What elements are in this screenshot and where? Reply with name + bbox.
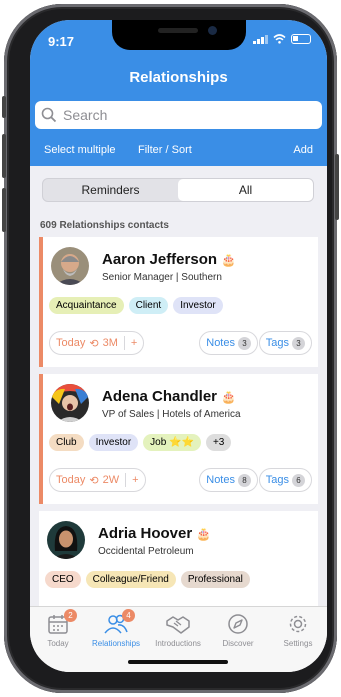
contact-name: Aaron Jefferson 🎂 <box>102 251 236 268</box>
power-button <box>335 154 339 220</box>
tab-introductions[interactable]: Introductions <box>148 613 208 648</box>
search-icon <box>41 107 57 123</box>
status-time: 9:17 <box>48 34 75 49</box>
tags-count-badge: 3 <box>292 336 305 350</box>
reminder-label: Today <box>56 337 86 349</box>
contact-subtitle: VP of Sales | Hotels of America <box>102 409 241 420</box>
tag-chip[interactable]: Client <box>128 297 169 314</box>
notes-button[interactable]: Notes 8 <box>199 468 258 492</box>
add-reminder-icon[interactable]: + <box>131 337 137 349</box>
phone-screen: 9:17 Relationships Select multiple Filte… <box>30 20 327 672</box>
reminder-label: Today <box>56 474 86 486</box>
select-multiple-button[interactable]: Select multiple <box>44 144 116 156</box>
tag-chip[interactable]: Investor <box>88 434 139 451</box>
reminder-pill[interactable]: Today ⟲ 3M + <box>49 331 145 355</box>
battery-icon <box>291 34 311 44</box>
compass-icon <box>228 614 248 634</box>
card-actions: Today ⟲ 2W + Notes 8 Tags 6 <box>49 468 312 492</box>
tab-today[interactable]: 2 Today <box>30 609 88 648</box>
home-indicator[interactable] <box>128 660 228 664</box>
tab-label: Introductions <box>155 639 201 648</box>
contact-card[interactable]: Adena Chandler 🎂 VP of Sales | Hotels of … <box>39 374 318 504</box>
tag-chip[interactable]: Professional <box>180 571 250 588</box>
today-badge: 2 <box>64 609 77 622</box>
contact-subtitle: Senior Manager | Southern <box>102 272 222 283</box>
notes-label: Notes <box>206 474 235 486</box>
segment-all[interactable]: All <box>178 179 313 201</box>
reminder-pill[interactable]: Today ⟲ 2W + <box>49 468 146 492</box>
birthday-cake-icon: 🎂 <box>196 527 212 541</box>
tag-list: Acquaintance Client Investor <box>49 297 223 314</box>
tags-label: Tags <box>265 474 289 486</box>
status-icons <box>253 34 311 44</box>
tag-chip[interactable]: Investor <box>173 297 223 314</box>
tag-chip[interactable]: Acquaintance <box>49 297 124 314</box>
contacts-count: 609 Relationships contacts <box>40 220 169 231</box>
segmented-control: Reminders All <box>42 178 314 202</box>
volume-up-button <box>2 134 6 178</box>
wifi-icon <box>273 34 286 44</box>
notes-label: Notes <box>206 337 235 349</box>
tab-settings[interactable]: Settings <box>268 613 327 648</box>
handshake-icon <box>166 616 190 634</box>
search-bar[interactable] <box>35 101 322 129</box>
signal-icon <box>253 34 268 44</box>
avatar <box>51 247 89 285</box>
contact-card[interactable]: Adria Hoover 🎂 Occidental Petroleum CEO C… <box>39 511 318 611</box>
contact-subtitle: Occidental Petroleum <box>98 546 194 557</box>
contact-card[interactable]: Aaron Jefferson 🎂 Senior Manager | Southe… <box>39 237 318 367</box>
reminder-interval: 3M <box>102 337 118 349</box>
tag-chip[interactable]: Colleague/Friend <box>85 571 176 588</box>
tab-label: Relationships <box>91 639 141 648</box>
tags-count-badge: 6 <box>292 473 305 487</box>
search-input[interactable] <box>63 107 313 123</box>
tab-discover[interactable]: Discover <box>208 613 268 648</box>
tab-relationships[interactable]: 4 Relationships <box>86 609 146 648</box>
avatar <box>47 521 85 559</box>
contact-name-text: Adena Chandler <box>102 388 218 405</box>
recurring-clock-icon: ⟲ <box>89 337 99 350</box>
tag-chip[interactable]: Club <box>49 434 84 451</box>
notes-count-badge: 3 <box>238 336 251 350</box>
recurring-clock-icon: ⟲ <box>89 474 99 487</box>
contact-name: Adena Chandler 🎂 <box>102 388 236 405</box>
gear-icon <box>289 615 307 633</box>
volume-down-button <box>2 188 6 232</box>
tags-label: Tags <box>265 337 289 349</box>
tag-chip[interactable]: Job ⭐⭐ <box>143 434 201 451</box>
page-title: Relationships <box>129 69 228 86</box>
contact-name-text: Aaron Jefferson <box>102 251 218 268</box>
segment-reminders[interactable]: Reminders <box>43 179 178 201</box>
tags-button[interactable]: Tags 3 <box>258 331 312 355</box>
notes-button[interactable]: Notes 3 <box>199 331 258 355</box>
card-actions: Today ⟲ 3M + Notes 3 Tags 3 <box>49 331 312 355</box>
tab-label: Today <box>47 639 69 648</box>
birthday-cake-icon: 🎂 <box>221 253 236 267</box>
filter-sort-button[interactable]: Filter / Sort <box>138 144 192 156</box>
mute-switch <box>2 96 6 118</box>
tab-label: Discover <box>222 639 254 648</box>
tag-list: CEO Colleague/Friend Professional <box>45 571 250 588</box>
avatar <box>51 384 89 422</box>
contact-name: Adria Hoover 🎂 <box>98 525 211 542</box>
birthday-cake-icon: 🎂 <box>221 390 236 404</box>
reminder-interval: 2W <box>102 474 120 486</box>
notes-count-badge: 8 <box>238 473 251 487</box>
tag-list: Club Investor Job ⭐⭐ +3 <box>49 434 232 451</box>
relationships-badge: 4 <box>122 609 135 622</box>
front-camera-icon <box>208 26 217 35</box>
notch <box>112 20 246 50</box>
tag-chip[interactable]: CEO <box>45 571 81 588</box>
tags-button[interactable]: Tags 6 <box>258 468 312 492</box>
contact-name-text: Adria Hoover <box>98 525 193 542</box>
tab-label: Settings <box>283 639 313 648</box>
add-reminder-icon[interactable]: + <box>132 474 138 486</box>
more-tags-chip[interactable]: +3 <box>205 434 232 451</box>
add-button[interactable]: Add <box>293 144 313 156</box>
